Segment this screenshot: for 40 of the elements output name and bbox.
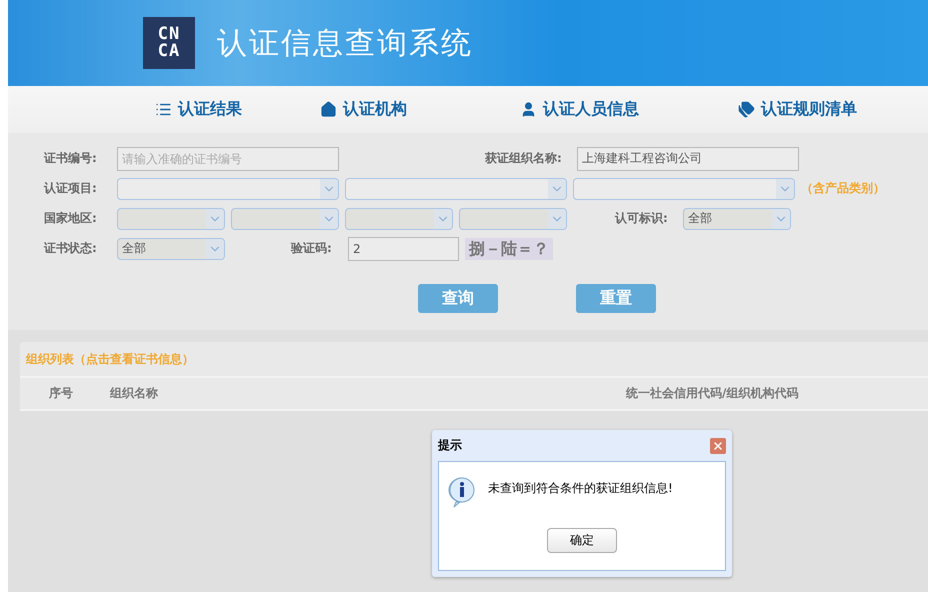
nav-link[interactable]: 认证人员信息 [520, 99, 639, 120]
nav-link[interactable]: 认证规则清单 [738, 99, 857, 120]
field-label: 认可标识: [615, 210, 669, 227]
logo: CN CA [143, 17, 195, 69]
dropdown-select[interactable]: 全部 [117, 238, 225, 260]
nav-link[interactable]: 认证结果 [155, 99, 242, 120]
certificate-number-field[interactable]: 请输入准确的证书编号 [117, 146, 339, 170]
column-header: 序号 [48, 385, 74, 402]
site-title: 认证信息查询系统 [217, 24, 473, 62]
captcha-image: 捌－陆＝？ [465, 238, 553, 260]
dialog-message: 未查询到符合条件的获证组织信息! [488, 480, 673, 497]
dropdown-select[interactable] [345, 178, 567, 200]
field-label: 证书状态: [44, 240, 98, 257]
user-icon [520, 101, 537, 118]
organization-name-field[interactable]: 上海建科工程咨询公司 [577, 146, 799, 170]
product-category-note: （含产品类别） [801, 180, 885, 197]
field-label: 验证码: [291, 240, 333, 257]
field-label: 国家地区: [44, 210, 98, 227]
dropdown-select[interactable] [117, 178, 339, 200]
nav-link[interactable]: 认证机构 [320, 99, 407, 120]
field-label: 获证组织名称: [485, 150, 563, 167]
tags-icon [738, 101, 755, 118]
close-icon [712, 440, 724, 452]
dropdown-select[interactable] [231, 208, 339, 230]
field-label: 证书编号: [44, 150, 98, 167]
dialog-title: 提示 [438, 437, 462, 454]
dropdown-select[interactable] [345, 208, 453, 230]
field-label: 认证项目: [44, 180, 98, 197]
captcha-field[interactable]: 2 [348, 236, 459, 260]
list-icon [155, 101, 172, 118]
column-header: 统一社会信用代码/组织机构代码 [626, 385, 800, 402]
dropdown-select[interactable] [117, 208, 225, 230]
dropdown-select[interactable]: 全部 [683, 208, 791, 230]
home-icon [320, 101, 337, 118]
dropdown-select[interactable] [573, 178, 795, 200]
column-header: 组织名称 [110, 385, 159, 402]
confirm-button[interactable]: 确定 [547, 528, 617, 553]
dropdown-select[interactable] [459, 208, 567, 230]
close-button[interactable] [710, 438, 726, 454]
panel-title: 组织列表（点击查看证书信息） [20, 342, 928, 378]
